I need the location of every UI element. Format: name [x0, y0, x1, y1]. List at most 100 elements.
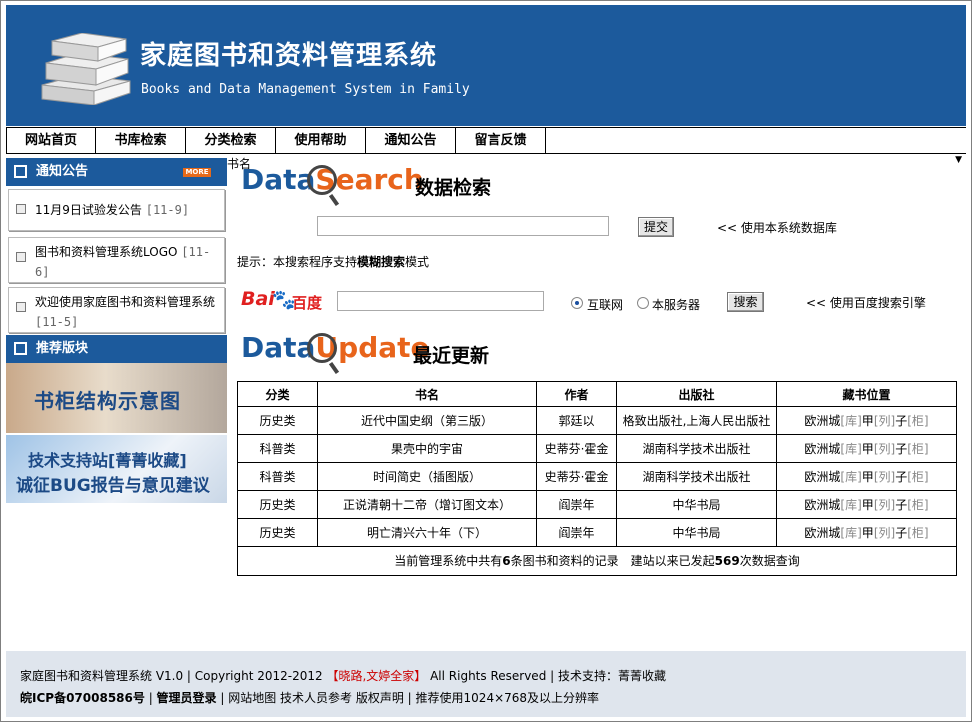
book-name-cell[interactable]: 时间简史（插图版） [317, 462, 537, 491]
book-name-cell[interactable]: 果壳中的宇宙 [317, 434, 537, 463]
location-part: 子 [895, 526, 908, 540]
bookcase-diagram-banner[interactable]: 书柜结构示意图 [6, 363, 227, 433]
admin-login-link[interactable]: 管理员登录 [157, 691, 217, 705]
radio-server[interactable] [637, 297, 649, 309]
table-row[interactable]: 科普类 果壳中的宇宙 史蒂芬·霍金 湖南科学技术出版社 欧洲城[库]甲[列]子[柜] [237, 434, 957, 463]
square-icon [14, 165, 27, 178]
baidu-logo-cn: 百度 [292, 294, 323, 312]
location-part: [柜] [907, 470, 929, 484]
publisher-cell: 湖南科学技术出版社 [616, 434, 777, 463]
more-button[interactable]: MORE [183, 168, 211, 177]
publisher-cell: 格致出版社,上海人民出版社 [616, 406, 777, 435]
recommend-header: 推荐版块 [6, 335, 227, 363]
main-content: DataSearch 数据检索 书名 ▼ 提交 << 使用本系统数据库 提示：本… [227, 155, 966, 651]
site-footer: 家庭图书和资料管理系统 V1.0 | Copyright 2012-2012 【… [6, 651, 966, 717]
table-row[interactable]: 科普类 时间简史（插图版） 史蒂芬·霍金 湖南科学技术出版社 欧洲城[库]甲[列]子[柜… [237, 462, 957, 491]
use-baidu-link[interactable]: << 使用百度搜索引擎 [806, 294, 926, 311]
radio-server-label[interactable]: 本服务器 [652, 296, 700, 313]
tech-support-banner[interactable]: 技术支持站[菁菁收藏] 诚征BUG报告与意见建议 [6, 435, 227, 503]
submit-button[interactable]: 提交 [638, 217, 674, 237]
baidu-logo-text: Bai [241, 288, 275, 310]
author-cell: 阎崇年 [536, 518, 617, 547]
search-input[interactable] [317, 216, 609, 236]
notice-date: [11-9] [145, 203, 190, 217]
location-part: [列] [873, 498, 896, 512]
location-cell: 欧洲城[库]甲[列]子[柜] [776, 490, 957, 519]
publisher-cell: 湖南科学技术出版社 [616, 462, 777, 491]
recent-books-table: 分类 书名 作者 出版社 藏书位置 历史类 近代中国史纲（第三版） 郭廷以 格致出版社… [237, 381, 957, 576]
chevron-down-icon: ▼ [955, 155, 962, 165]
notice-item[interactable]: 欢迎使用家庭图书和资料管理系统 [11-5] [8, 287, 225, 333]
location-part: 子 [895, 414, 908, 428]
location-part: [库] [840, 470, 862, 484]
notice-header: 通知公告 MORE [6, 158, 227, 186]
book-name-cell[interactable]: 正说清朝十二帝（增订图文本） [317, 490, 537, 519]
notice-text[interactable]: 欢迎使用家庭图书和资料管理系统 [35, 295, 215, 309]
baidu-logo: Bai 🐾 百度 [241, 286, 325, 314]
footer-line: 皖ICP备07008586号 | 管理员登录 | 网站地图 技术人员参考 版权声… [20, 691, 600, 705]
notice-text[interactable]: 11月9日试验发公告 [35, 203, 142, 217]
location-cell: 欧洲城[库]甲[列]子[柜] [776, 406, 957, 435]
location-part: 甲 [861, 442, 874, 456]
category-cell: 历史类 [237, 518, 318, 547]
icp-link[interactable]: 皖ICP备07008586号 [20, 691, 145, 705]
radio-internet[interactable] [571, 297, 583, 309]
nav-category-search[interactable]: 分类检索 [186, 128, 276, 153]
table-row[interactable]: 历史类 明亡清兴六十年（下） 阎崇年 中华书局 欧洲城[库]甲[列]子[柜] [237, 518, 957, 547]
copyright-text: All Rights Reserved | 技术支持：菁菁收藏 [426, 669, 666, 683]
notice-item[interactable]: 图书和资料管理系统LOGO [11-6] [8, 237, 225, 283]
baidu-search-input[interactable] [337, 291, 544, 311]
nav-home[interactable]: 网站首页 [6, 128, 96, 153]
use-local-db-link[interactable]: << 使用本系统数据库 [717, 219, 837, 236]
nav-notices[interactable]: 通知公告 [366, 128, 456, 153]
category-cell: 科普类 [237, 462, 318, 491]
location-part: [库] [840, 442, 862, 456]
category-cell: 科普类 [237, 434, 318, 463]
square-icon [14, 342, 27, 355]
location-cell: 欧洲城[库]甲[列]子[柜] [776, 434, 957, 463]
tip-text: 提示：本搜索程序支持 [237, 255, 358, 269]
location-part: [库] [840, 526, 862, 540]
record-count: 6 [502, 554, 511, 568]
table-row[interactable]: 历史类 近代中国史纲（第三版） 郭廷以 格致出版社,上海人民出版社 欧洲城[库]甲[列]… [237, 406, 957, 435]
title-cn: 最近更新 [413, 345, 490, 367]
sidebar: 通知公告 MORE 11月9日试验发公告 [11-9] 图书和资料管理系统LOG… [6, 155, 227, 651]
banner-text: 技术支持站[菁菁收藏] [28, 451, 187, 470]
book-name-cell[interactable]: 明亡清兴六十年（下） [317, 518, 537, 547]
location-part: [柜] [907, 526, 929, 540]
nav-library-search[interactable]: 书库检索 [96, 128, 186, 153]
location-part: [柜] [907, 498, 929, 512]
location-cell: 欧洲城[库]甲[列]子[柜] [776, 462, 957, 491]
notice-date: [11-5] [35, 315, 79, 329]
nav-feedback[interactable]: 留言反馈 [456, 128, 546, 153]
location-part: 甲 [861, 414, 874, 428]
table-row[interactable]: 历史类 正说清朝十二帝（增订图文本） 阎崇年 中华书局 欧洲城[库]甲[列]子[柜] [237, 490, 957, 519]
query-count: 569 [714, 554, 740, 568]
nav-help[interactable]: 使用帮助 [276, 128, 366, 153]
main-nav: 网站首页 书库检索 分类检索 使用帮助 通知公告 留言反馈 [6, 127, 966, 154]
category-cell: 历史类 [237, 490, 318, 519]
recommend-header-label: 推荐版块 [36, 341, 89, 356]
footer-links[interactable]: | 网站地图 技术人员参考 版权声明 | 推荐使用1024×768及以上分辨率 [217, 691, 599, 705]
location-part: [库] [840, 498, 862, 512]
location-part: 子 [895, 498, 908, 512]
location-part: 欧洲城 [804, 414, 841, 428]
notice-item[interactable]: 11月9日试验发公告 [11-9] [8, 189, 225, 231]
author-cell: 郭廷以 [536, 406, 617, 435]
radio-internet-label[interactable]: 互联网 [587, 296, 623, 313]
location-part: [列] [873, 526, 896, 540]
location-part: [列] [873, 442, 896, 456]
publisher-cell: 中华书局 [616, 490, 777, 519]
location-part: 欧洲城 [804, 470, 841, 484]
summary-text: 次数据查询 [739, 554, 800, 568]
author-cell: 阎崇年 [536, 490, 617, 519]
location-part: 子 [895, 442, 908, 456]
summary-text: 条图书和资料的记录 建站以来已发起 [510, 554, 715, 568]
book-name-cell[interactable]: 近代中国史纲（第三版） [317, 406, 537, 435]
notice-text[interactable]: 图书和资料管理系统LOGO [35, 245, 177, 259]
location-part: 欧洲城 [804, 498, 841, 512]
location-cell: 欧洲城[库]甲[列]子[柜] [776, 518, 957, 547]
title-cn: 数据检索 [415, 177, 492, 199]
baidu-search-button[interactable]: 搜索 [727, 292, 764, 312]
books-logo-icon [41, 33, 131, 105]
